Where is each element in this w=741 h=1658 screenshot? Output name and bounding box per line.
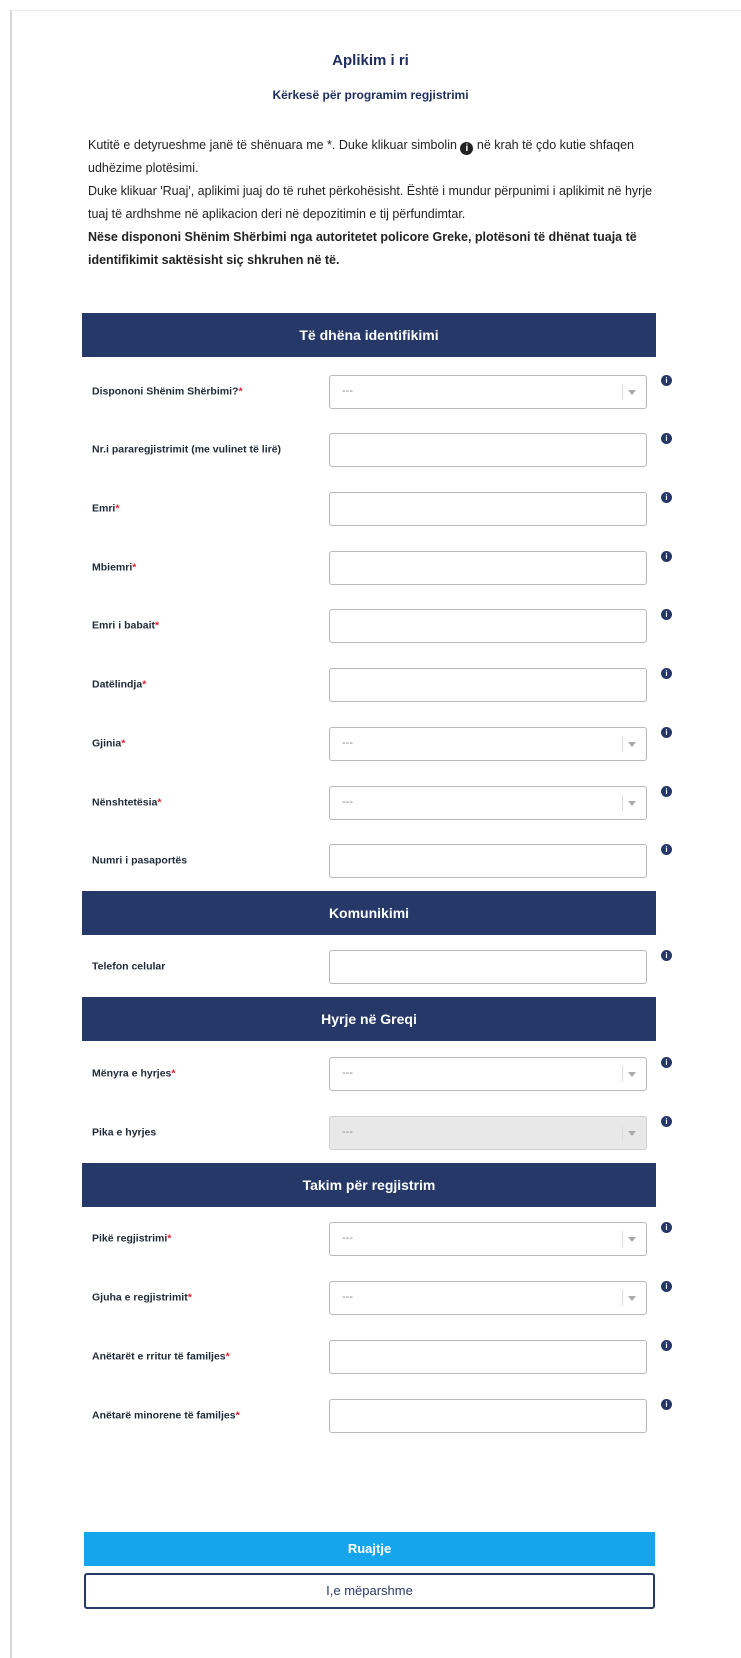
section-entry: Hyrje në Greqi bbox=[82, 997, 656, 1041]
chevron-down-icon bbox=[622, 1066, 638, 1082]
chevron-down-icon bbox=[622, 795, 638, 811]
entry-method-label: Mënyra e hyrjes* bbox=[92, 1067, 176, 1080]
nationality-label: Nënshtetësia* bbox=[92, 796, 162, 809]
info-icon[interactable]: i bbox=[661, 375, 672, 386]
info-icon[interactable]: i bbox=[661, 492, 672, 503]
row-minor-family-members: Anëtarë minorene të familjes* i bbox=[0, 1399, 741, 1433]
page-title: Aplikim i ri bbox=[332, 52, 409, 69]
row-entry-method: Mënyra e hyrjes* --- i bbox=[0, 1057, 741, 1091]
previous-button[interactable]: I,e mëparshme bbox=[84, 1573, 655, 1609]
mobile-phone-input[interactable] bbox=[329, 950, 647, 984]
registration-point-label: Pikë regjistrimi* bbox=[92, 1232, 172, 1245]
info-icon[interactable]: i bbox=[661, 609, 672, 620]
info-icon[interactable]: i bbox=[661, 1340, 672, 1351]
father-name-label: Emri i babait* bbox=[92, 619, 160, 632]
minor-family-members-label: Anëtarë minorene të familjes* bbox=[92, 1409, 240, 1422]
chevron-down-icon bbox=[622, 736, 638, 752]
info-icon[interactable]: i bbox=[661, 551, 672, 562]
info-icon[interactable]: i bbox=[661, 1116, 672, 1127]
prereg-number-label: Nr.i pararegjistrimit (me vulinet të lir… bbox=[92, 443, 282, 456]
entry-method-select[interactable]: --- bbox=[329, 1057, 647, 1091]
row-gender: Gjinia* --- i bbox=[0, 727, 741, 761]
row-entry-point: Pika e hyrjes --- i bbox=[0, 1116, 741, 1150]
mobile-phone-label: Telefon celular bbox=[92, 960, 166, 973]
father-name-input[interactable] bbox=[329, 609, 647, 643]
first-name-label: Emri* bbox=[92, 502, 120, 515]
info-icon[interactable]: i bbox=[661, 950, 672, 961]
info-icon[interactable]: i bbox=[661, 1281, 672, 1292]
gender-label: Gjinia* bbox=[92, 737, 126, 750]
row-last-name: Mbiemri* i bbox=[0, 551, 741, 585]
row-passport-number: Numri i pasaportës i bbox=[0, 844, 741, 878]
registration-language-select[interactable]: --- bbox=[329, 1281, 647, 1315]
entry-point-label: Pika e hyrjes bbox=[92, 1126, 157, 1139]
row-birth-date: Datëlindja* i bbox=[0, 668, 741, 702]
passport-number-label: Numri i pasaportës bbox=[92, 854, 188, 867]
info-icon[interactable]: i bbox=[661, 727, 672, 738]
chevron-down-icon bbox=[622, 1290, 638, 1306]
first-name-input[interactable] bbox=[329, 492, 647, 526]
service-note-select[interactable]: --- bbox=[329, 375, 647, 409]
info-icon: i bbox=[460, 142, 474, 155]
registration-point-select[interactable]: --- bbox=[329, 1222, 647, 1256]
section-communication: Komunikimi bbox=[82, 891, 656, 935]
info-icon[interactable]: i bbox=[661, 786, 672, 797]
row-service-note: Dispononi Shënim Shërbimi?* --- i bbox=[0, 375, 741, 409]
save-button[interactable]: Ruajtje bbox=[84, 1532, 655, 1566]
info-icon[interactable]: i bbox=[661, 844, 672, 855]
row-registration-language: Gjuha e regjistrimit* --- i bbox=[0, 1281, 741, 1315]
passport-number-input[interactable] bbox=[329, 844, 647, 878]
service-note-label: Dispononi Shënim Shërbimi?* bbox=[92, 385, 243, 398]
info-icon[interactable]: i bbox=[661, 1057, 672, 1068]
row-prereg-number: Nr.i pararegjistrimit (me vulinet të lir… bbox=[0, 433, 741, 467]
minor-family-members-input[interactable] bbox=[329, 1399, 647, 1433]
adult-family-members-input[interactable] bbox=[329, 1340, 647, 1374]
section-appointment: Takim për regjistrim bbox=[82, 1163, 656, 1207]
row-mobile-phone: Telefon celular i bbox=[0, 950, 741, 984]
section-identification: Të dhëna identifikimi bbox=[82, 313, 656, 357]
row-nationality: Nënshtetësia* --- i bbox=[0, 786, 741, 820]
prereg-number-input[interactable] bbox=[329, 433, 647, 467]
info-icon[interactable]: i bbox=[661, 1222, 672, 1233]
last-name-label: Mbiemri* bbox=[92, 561, 137, 574]
intro-bold-note: Nëse dispononi Shënim Shërbimi nga autor… bbox=[88, 230, 637, 267]
row-adult-family-members: Anëtarët e rritur të familjes* i bbox=[0, 1340, 741, 1374]
gender-select[interactable]: --- bbox=[329, 727, 647, 761]
info-icon[interactable]: i bbox=[661, 668, 672, 679]
chevron-down-icon bbox=[622, 1231, 638, 1247]
nationality-select[interactable]: --- bbox=[329, 786, 647, 820]
last-name-input[interactable] bbox=[329, 551, 647, 585]
info-icon[interactable]: i bbox=[661, 433, 672, 444]
entry-point-select: --- bbox=[329, 1116, 647, 1150]
chevron-down-icon bbox=[622, 384, 638, 400]
birth-date-input[interactable] bbox=[329, 668, 647, 702]
row-registration-point: Pikë regjistrimi* --- i bbox=[0, 1222, 741, 1256]
registration-language-label: Gjuha e regjistrimit* bbox=[92, 1291, 192, 1304]
row-first-name: Emri* i bbox=[0, 492, 741, 526]
intro-text: Kutitë e detyrueshme janë të shënuara me… bbox=[88, 134, 653, 272]
page-subtitle: Kërkesë për programim regjistrimi bbox=[272, 88, 469, 102]
birth-date-label: Datëlindja* bbox=[92, 678, 147, 691]
adult-family-members-label: Anëtarët e rritur të familjes* bbox=[92, 1350, 230, 1363]
intro-line-1a: Kutitë e detyrueshme janë të shënuara me… bbox=[88, 138, 457, 152]
intro-line-2: Duke klikuar 'Ruaj', aplikimi juaj do të… bbox=[88, 184, 653, 221]
chevron-down-icon bbox=[622, 1125, 638, 1141]
row-father-name: Emri i babait* i bbox=[0, 609, 741, 643]
info-icon[interactable]: i bbox=[661, 1399, 672, 1410]
